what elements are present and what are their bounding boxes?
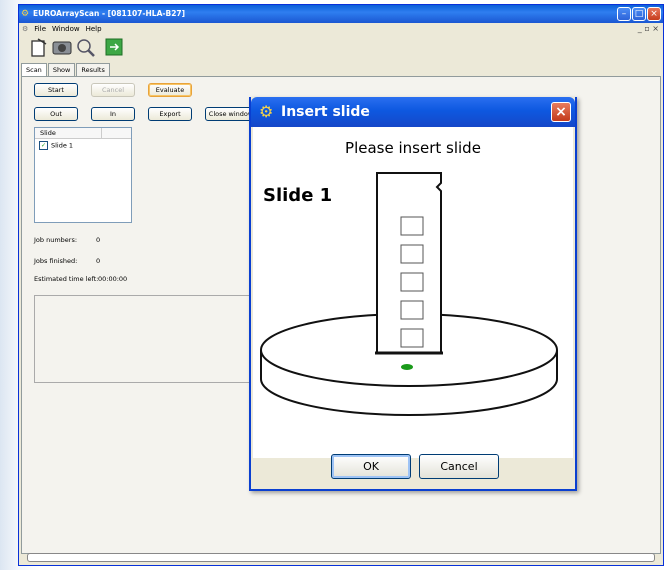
- slide-list-header: Slide: [35, 128, 131, 139]
- job-numbers-label: Job numbers:: [34, 236, 78, 244]
- status-led: [401, 364, 413, 370]
- close-button[interactable]: ×: [647, 7, 661, 21]
- start-button[interactable]: Start: [34, 83, 78, 97]
- ok-button[interactable]: OK: [331, 454, 411, 479]
- job-numbers-value: 0: [96, 236, 101, 244]
- time-left-value: 00:00:00: [98, 275, 128, 283]
- menu-file[interactable]: File: [31, 23, 49, 35]
- menu-help[interactable]: Help: [83, 23, 105, 35]
- app-icon: ⚙: [21, 9, 30, 19]
- in-button[interactable]: In: [91, 107, 135, 121]
- tab-results[interactable]: Results: [76, 63, 110, 77]
- jobs-finished-label: Jobs finished:: [34, 257, 78, 265]
- menu-bar: ⚙ File Window Help: [19, 23, 663, 35]
- tab-strip: Scan Show Results: [21, 63, 111, 78]
- minimize-button[interactable]: –: [617, 7, 631, 21]
- slide-holder-illustration: [260, 172, 558, 416]
- maximize-button[interactable]: □: [632, 7, 646, 21]
- exit-icon[interactable]: [103, 38, 125, 60]
- dialog-cancel-button[interactable]: Cancel: [419, 454, 499, 479]
- document-icon[interactable]: [27, 38, 49, 60]
- slide-item-label: Slide 1: [51, 141, 74, 150]
- checkbox[interactable]: ✓: [39, 141, 48, 150]
- time-left-label: Estimated time left:: [34, 275, 99, 283]
- reaction-field: [400, 328, 424, 348]
- mdi-controls[interactable]: _ ▫ ×: [638, 24, 659, 33]
- insert-slide-dialog: Insert slide ⚙ × Please insert slide Sli…: [249, 97, 577, 491]
- window-titlebar[interactable]: EUROArrayScan - [081107-HLA-B27]: [19, 5, 663, 23]
- reaction-field: [400, 216, 424, 236]
- progress-bar: [27, 553, 655, 562]
- slide-list[interactable]: Slide ✓ Slide 1: [34, 127, 132, 223]
- camera-icon[interactable]: [51, 38, 73, 60]
- export-button[interactable]: Export: [148, 107, 192, 121]
- dialog-close-button[interactable]: ×: [551, 102, 571, 122]
- menu-window[interactable]: Window: [49, 23, 83, 35]
- dialog-titlebar[interactable]: Insert slide: [251, 97, 575, 127]
- reaction-field: [400, 272, 424, 292]
- tab-show[interactable]: Show: [47, 63, 76, 77]
- out-button[interactable]: Out: [34, 107, 78, 121]
- dialog-message: Please insert slide: [345, 139, 481, 157]
- reaction-field: [400, 244, 424, 264]
- reaction-field: [400, 300, 424, 320]
- jobs-finished-value: 0: [96, 257, 101, 265]
- preview-groupbox: [34, 295, 259, 383]
- evaluate-button[interactable]: Evaluate: [148, 83, 192, 97]
- dialog-title: Insert slide: [281, 104, 370, 120]
- cancel-button[interactable]: Cancel: [91, 83, 135, 97]
- toolbar: [19, 36, 663, 62]
- header-divider: [101, 128, 102, 138]
- list-item[interactable]: ✓ Slide 1: [35, 139, 131, 152]
- magnifier-icon[interactable]: [75, 38, 97, 60]
- dialog-content: Please insert slide Slide 1: [253, 127, 573, 458]
- dialog-app-icon: ⚙: [259, 102, 274, 121]
- mdi-doc-icon[interactable]: ⚙: [19, 23, 31, 35]
- window-title: EUROArrayScan - [081107-HLA-B27]: [33, 9, 186, 18]
